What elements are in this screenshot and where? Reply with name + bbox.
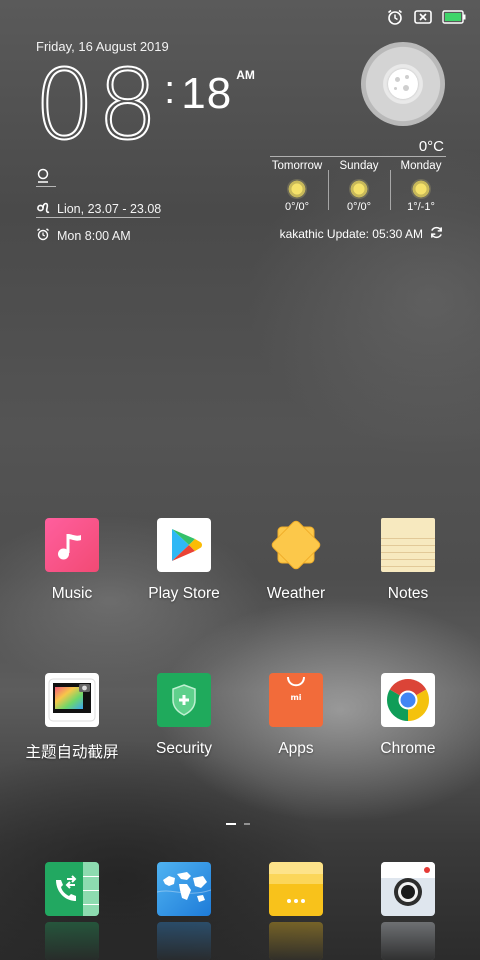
dock-browser[interactable] (157, 862, 211, 916)
camera-icon (381, 862, 435, 916)
shield-icon (157, 673, 211, 727)
clock-minutes: 18 (181, 69, 233, 118)
forecast-day-label: Tomorrow (271, 160, 323, 172)
weather-update[interactable]: kakathic Update: 05:30 AM (280, 225, 444, 243)
clock[interactable]: 08 : 18 AM (33, 49, 255, 161)
phone-icon (45, 862, 99, 916)
dock-reflection (381, 922, 435, 960)
current-temperature: 0°C (418, 138, 444, 155)
app-security[interactable]: Security (128, 673, 240, 758)
page-dot (244, 823, 250, 825)
play-store-icon (157, 518, 211, 572)
app-weather[interactable]: Weather (240, 518, 352, 603)
update-text: kakathic Update: 05:30 AM (279, 227, 423, 241)
page-indicator[interactable] (226, 823, 250, 825)
app-label: Apps (278, 740, 314, 757)
file-manager-icon (269, 862, 323, 916)
forecast-day-label: Sunday (339, 160, 379, 172)
alarm-clock-icon (36, 227, 50, 244)
alarm-text: Mon 8:00 AM (57, 228, 131, 243)
clock-ampm: AM (236, 68, 255, 82)
sun-icon (411, 179, 431, 199)
app-label: Music (51, 585, 93, 602)
location-pin-icon (36, 168, 50, 187)
dock-camera[interactable] (381, 862, 435, 916)
forecast-day: Sunday 0°/0° (328, 160, 390, 213)
app-chrome[interactable]: Chrome (352, 673, 464, 758)
sun-icon (269, 518, 323, 572)
forecast-day-label: Monday (400, 160, 442, 172)
svg-text:mi: mi (290, 693, 301, 702)
music-note-icon (45, 518, 99, 572)
forecast-temp: 0°/0° (284, 201, 310, 213)
dock-file-manager[interactable] (269, 862, 323, 916)
page-dot-active (226, 823, 236, 825)
app-play-store[interactable]: Play Store (128, 518, 240, 603)
app-apps-store[interactable]: mi Apps (240, 673, 352, 758)
app-label: Security (156, 740, 212, 757)
forecast-day: Tomorrow 0°/0° (266, 160, 328, 213)
forecast-day: Monday 1°/-1° (390, 160, 452, 213)
location-row[interactable] (36, 168, 50, 187)
alarm-row[interactable]: Mon 8:00 AM (36, 227, 131, 244)
dock-reflection (269, 922, 323, 960)
dock-reflection (157, 922, 211, 960)
location-underline (36, 186, 56, 187)
weather-moon-badge[interactable] (361, 42, 445, 126)
status-bar (386, 8, 466, 26)
app-label: 主题自动截屏 (25, 744, 119, 761)
app-music[interactable]: Music (16, 518, 128, 603)
alarm-icon (386, 8, 404, 26)
forecast-temp: 1°/-1° (407, 201, 435, 213)
forecast-temp: 0°/0° (346, 201, 372, 213)
moon-icon (388, 69, 418, 99)
dock-phone[interactable] (45, 862, 99, 916)
app-label: Weather (266, 585, 326, 602)
app-label: Play Store (148, 585, 220, 602)
app-notes[interactable]: Notes (352, 518, 464, 603)
leo-icon (36, 199, 50, 218)
zodiac-row[interactable]: Lion, 23.07 - 23.08 (36, 199, 161, 218)
screenshot-photo-icon (45, 673, 99, 727)
notepad-icon (381, 518, 435, 572)
dock-reflection (45, 922, 99, 960)
no-sim-icon (414, 10, 432, 24)
browser-globe-icon (157, 872, 211, 916)
app-label: Notes (387, 585, 429, 602)
app-label: Chrome (380, 740, 436, 757)
battery-icon (442, 10, 466, 24)
zodiac-text: Lion, 23.07 - 23.08 (57, 201, 162, 216)
forecast[interactable]: Tomorrow 0°/0° Sunday 0°/0° Monday 1°/-1… (266, 160, 452, 213)
app-theme-screenshot[interactable]: 主题自动截屏 (16, 673, 128, 762)
clock-hours: 08 (33, 49, 161, 161)
shopping-bag-icon: mi (269, 673, 323, 727)
clock-colon: : (164, 68, 176, 112)
zodiac-underline (36, 217, 160, 218)
refresh-icon[interactable] (429, 225, 444, 243)
sun-icon (349, 179, 369, 199)
weather-divider (270, 156, 446, 157)
sun-icon (287, 179, 307, 199)
chrome-icon (381, 673, 435, 727)
